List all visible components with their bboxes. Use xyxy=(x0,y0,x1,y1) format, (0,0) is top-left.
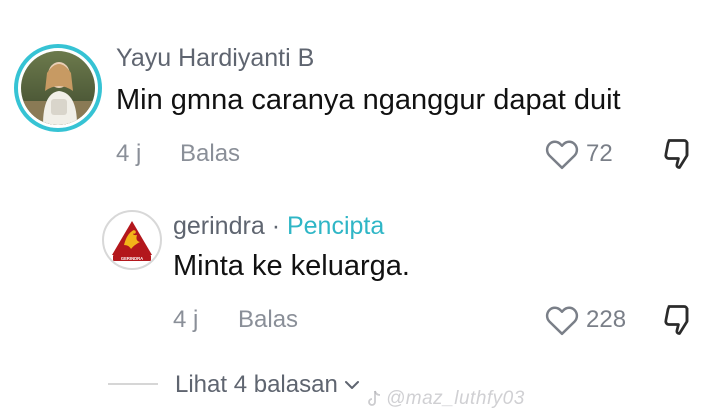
reply-username-row: gerindra · Pencipta xyxy=(173,212,384,241)
reply-like-button[interactable]: 228 xyxy=(544,304,626,336)
reply-username[interactable]: gerindra xyxy=(173,212,265,240)
comment-reply-button[interactable]: Balas xyxy=(180,140,240,168)
reply-timestamp: 4 j xyxy=(173,306,199,333)
gerindra-logo-icon: GERINDRA xyxy=(112,221,152,261)
thumbs-down-icon xyxy=(664,139,689,169)
heart-outline-icon xyxy=(545,140,579,170)
comment-like-count: 72 xyxy=(586,140,613,167)
view-replies-label: Lihat 4 balasan xyxy=(175,371,338,398)
watermark: @maz_luthfy03 xyxy=(366,388,525,410)
chevron-down-icon xyxy=(344,381,359,389)
commenter-photo xyxy=(21,51,95,125)
reply-text: Minta ke keluarga. xyxy=(173,250,410,282)
comment-like-button[interactable]: 72 xyxy=(544,138,613,170)
reply-like-count: 228 xyxy=(586,306,627,333)
comment-text: Min gmna caranya nganggur dapat duit xyxy=(116,84,621,116)
watermark-text: @maz_luthfy03 xyxy=(386,388,525,409)
username-separator: · xyxy=(271,212,281,240)
view-replies-button[interactable]: Lihat 4 balasan xyxy=(175,371,360,399)
reply-dislike-button[interactable] xyxy=(660,302,696,338)
gerindra-logo-text: GERINDRA xyxy=(121,256,143,261)
creator-badge: Pencipta xyxy=(286,212,385,240)
commenter-avatar[interactable] xyxy=(14,44,102,132)
heart-outline-icon xyxy=(545,306,579,336)
comment-dislike-button[interactable] xyxy=(660,136,696,172)
tiktok-logo-icon xyxy=(368,390,381,406)
reply-reply-button[interactable]: Balas xyxy=(238,306,298,334)
commenter-username[interactable]: Yayu Hardiyanti B xyxy=(116,44,314,73)
comment-timestamp: 4 j xyxy=(116,140,142,167)
view-replies-divider xyxy=(108,383,158,385)
thumbs-down-icon xyxy=(664,305,689,335)
creator-avatar[interactable]: GERINDRA xyxy=(102,210,162,270)
